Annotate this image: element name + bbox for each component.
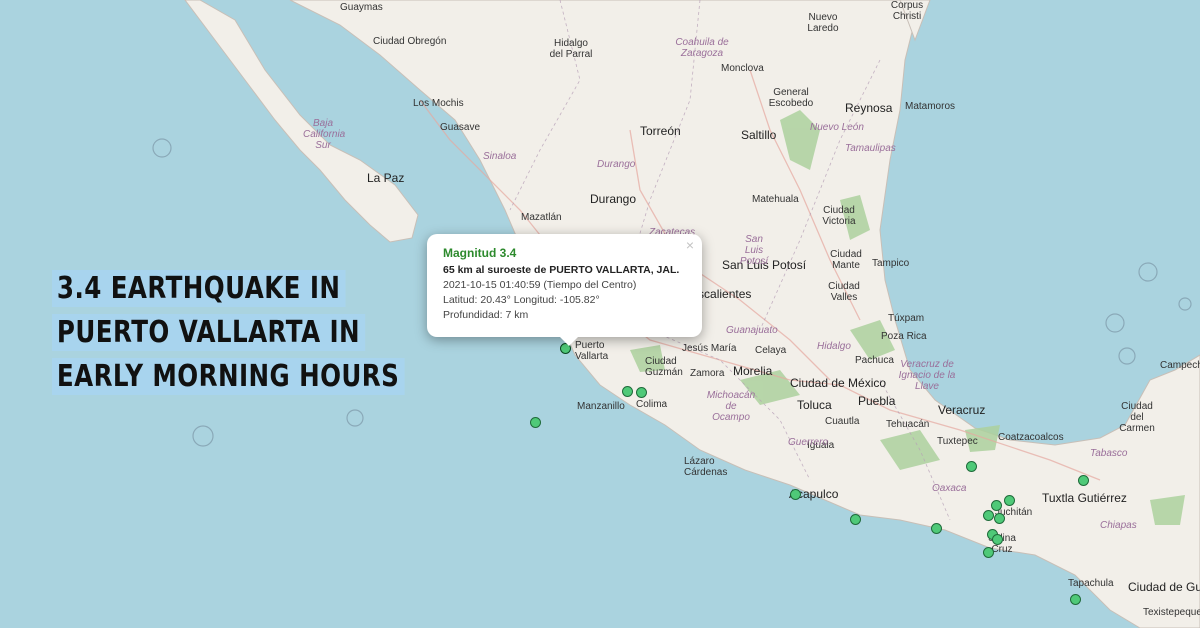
earthquake-marker[interactable]: [992, 534, 1003, 545]
region-label: Veracruz de Ignacio de la Llave: [898, 359, 956, 392]
region-label: Guanajuato: [726, 325, 778, 336]
region-label: Tamaulipas: [845, 143, 896, 154]
city-label: Túxpam: [888, 313, 925, 324]
city-label: Tuxtla Gutiérrez: [1042, 491, 1127, 505]
earthquake-marker[interactable]: [530, 417, 541, 428]
region-label: Nuevo León: [810, 122, 864, 133]
city-label: Reynosa: [845, 101, 893, 115]
earthquake-marker[interactable]: [983, 510, 994, 521]
city-label: La Paz: [367, 171, 405, 185]
earthquake-marker[interactable]: [931, 523, 942, 534]
region-label: Michoacán de Ocampo: [706, 390, 756, 423]
city-label: Ciudad Victoria: [822, 205, 856, 227]
city-label: Tampico: [872, 258, 910, 269]
city-label: Ciudad Guzmán: [645, 356, 683, 378]
region-label: Coahuila de Zaragoza: [675, 37, 729, 59]
city-label: Zamora: [690, 368, 725, 379]
earthquake-marker[interactable]: [966, 461, 977, 472]
close-icon[interactable]: ×: [686, 237, 694, 253]
earthquake-marker[interactable]: [850, 514, 861, 525]
city-label: Los Mochis: [413, 98, 464, 109]
headline: 3.4 EARTHQUAKE IN PUERTO VALLARTA IN EAR…: [52, 270, 482, 402]
city-label: Durango: [590, 192, 637, 206]
region-label: Durango: [597, 159, 636, 170]
city-label: Hidalgo del Parral: [549, 38, 593, 60]
city-label: Saltillo: [741, 128, 777, 142]
city-label: Poza Rica: [881, 331, 927, 342]
city-label: Matehuala: [752, 194, 799, 205]
earthquake-marker[interactable]: [1078, 475, 1089, 486]
earthquake-marker[interactable]: [636, 387, 647, 398]
city-label: Guasave: [440, 122, 481, 133]
headline-line: PUERTO VALLARTA IN: [52, 314, 365, 351]
city-label: Ciudad Valles: [828, 281, 860, 303]
city-label: General Escobedo: [768, 87, 814, 109]
city-label: Nuevo Laredo: [807, 12, 839, 34]
city-label: Pachuca: [855, 355, 894, 366]
city-label: Celaya: [755, 345, 787, 356]
earthquake-marker[interactable]: [983, 547, 994, 558]
city-label: Colima: [636, 399, 668, 410]
city-label: Cuautla: [825, 416, 860, 427]
earthquake-marker[interactable]: [790, 489, 801, 500]
headline-line: EARLY MORNING HOURS: [52, 358, 405, 395]
city-label: Puerto Vallarta: [575, 340, 609, 362]
region-label: Guerrero: [788, 437, 829, 448]
city-label: Ciudad Obregón: [373, 36, 447, 47]
city-label: Manzanillo: [577, 401, 625, 412]
city-label: Ciudad de México: [790, 376, 887, 390]
city-label: Mazatlán: [521, 212, 562, 223]
region-label: Chiapas: [1100, 520, 1137, 531]
headline-line: 3.4 EARTHQUAKE IN: [52, 270, 346, 307]
city-label: Ciudad de Guatemala: [1128, 580, 1200, 594]
popup-title: Magnitud 3.4: [443, 246, 517, 260]
city-label: Matamoros: [905, 101, 956, 112]
city-label: Torreón: [640, 124, 681, 138]
earthquake-marker[interactable]: [1004, 495, 1015, 506]
city-label: Texistepeque: [1143, 607, 1200, 618]
region-label: Oaxaca: [932, 483, 967, 494]
city-label: Tapachula: [1068, 578, 1114, 589]
region-label: Sinaloa: [483, 151, 517, 162]
city-label: Tehuacán: [886, 419, 930, 430]
city-label: Veracruz: [938, 403, 986, 417]
city-label: Monclova: [721, 63, 764, 74]
city-label: Morelia: [733, 364, 773, 378]
region-label: Tabasco: [1090, 448, 1128, 459]
city-label: Guaymas: [340, 2, 383, 13]
region-label: San Luis Potosí: [739, 234, 769, 267]
region-label: Hidalgo: [817, 341, 851, 352]
region-label: Baja California Sur: [303, 118, 346, 151]
city-label: Lázaro Cárdenas: [684, 456, 728, 478]
earthquake-marker[interactable]: [991, 500, 1002, 511]
city-label: Toluca: [797, 398, 832, 412]
city-label: Puebla: [858, 394, 896, 408]
earthquake-marker[interactable]: [1070, 594, 1081, 605]
earthquake-marker[interactable]: [994, 513, 1005, 524]
city-label: Corpus Christi: [890, 0, 924, 22]
city-label: Coatzacoalcos: [998, 432, 1064, 443]
city-label: Jesús María: [682, 343, 737, 354]
city-label: Tuxtepec: [937, 436, 978, 447]
city-label: Campeche: [1160, 360, 1200, 371]
earthquake-marker[interactable]: [622, 386, 633, 397]
city-label: Ciudad Mante: [830, 249, 862, 271]
city-label: Ciudad del Carmen: [1119, 401, 1155, 434]
